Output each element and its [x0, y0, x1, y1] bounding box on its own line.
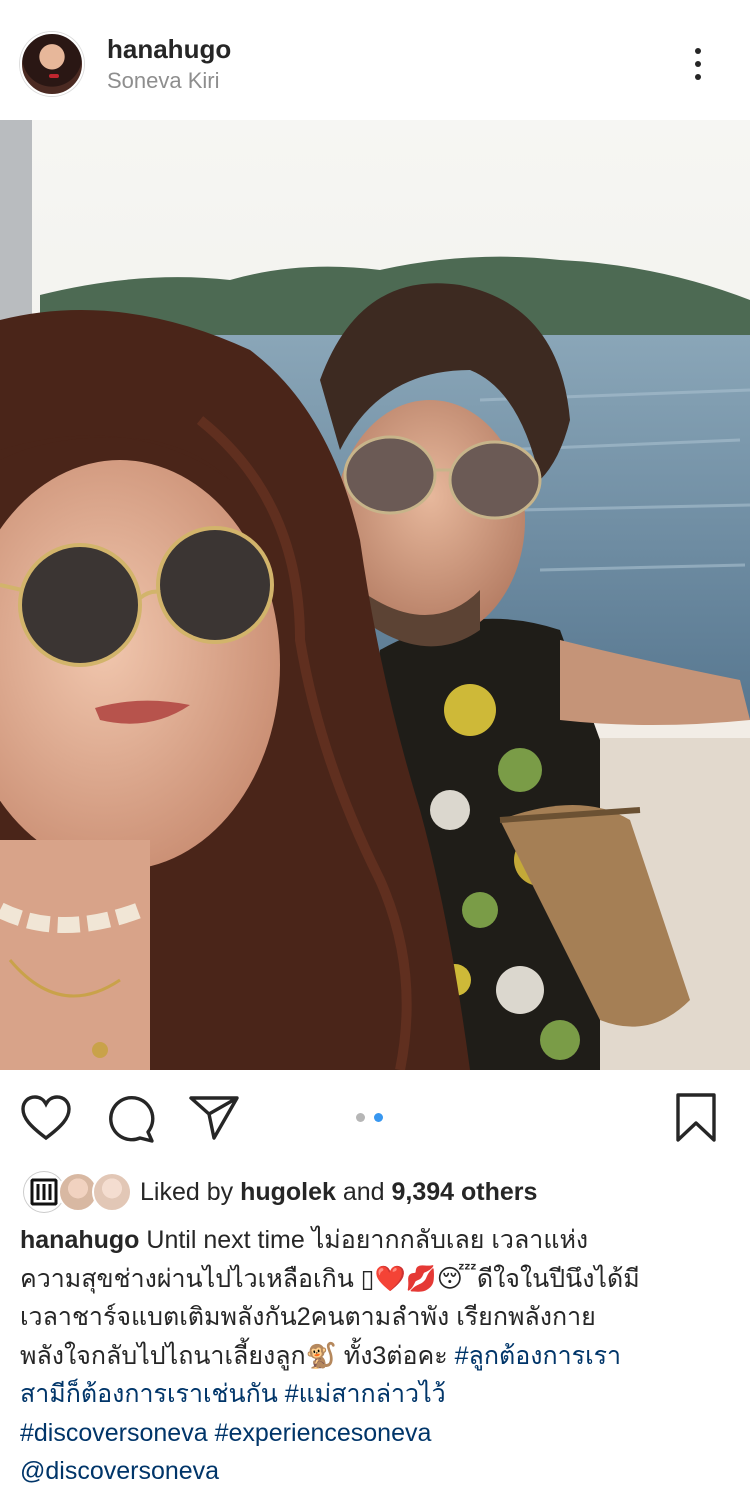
hashtag-link[interactable]: #ลูกต้องการเรา — [455, 1342, 621, 1370]
mention-link[interactable]: @discoversoneva — [20, 1457, 219, 1485]
photo-illustration — [0, 120, 750, 1070]
carousel-dot — [356, 1113, 365, 1122]
caption-text: Until next time ไม่อยากกลับเลย เวลาแห่ง — [139, 1226, 589, 1254]
post-location[interactable]: Soneva Kiri — [107, 68, 220, 94]
caption-text: พลังใจกลับไปไถนาเลี้ยงลูก🐒 ทั้ง3ต่อคะ — [20, 1341, 455, 1370]
likes-text[interactable]: Liked by hugolek and 9,394 others — [140, 1178, 537, 1207]
caption-text: เวลาชาร์จแบตเติมพลังกัน2คนตามลำพัง เรียก… — [20, 1303, 596, 1331]
hashtag-link[interactable]: #แม่สากล่าวไว้ — [278, 1380, 446, 1408]
post-username[interactable]: hanahugo — [107, 34, 231, 65]
avatar[interactable] — [20, 32, 84, 96]
hashtag-link[interactable]: #experiencesoneva — [208, 1419, 432, 1447]
carousel-indicator — [354, 1111, 388, 1123]
caption-text: ความสุขช่างผ่านไปไวเหลือเกิน ▯❤️💋😴ดีใจใน… — [20, 1264, 640, 1293]
hashtag-link[interactable]: #discoversoneva — [20, 1419, 208, 1447]
caption-username[interactable]: hanahugo — [20, 1226, 139, 1254]
likes-row[interactable]: Liked by hugolek and 9,394 others — [20, 1168, 740, 1214]
post-photo[interactable] — [0, 120, 750, 1070]
paper-plane-icon[interactable] — [188, 1094, 240, 1142]
liker-username[interactable]: hugolek — [240, 1178, 336, 1206]
more-vertical-icon[interactable] — [686, 44, 710, 84]
post-caption: hanahugo Until next time ไม่อยากกลับเลย … — [20, 1221, 735, 1491]
bookmark-icon[interactable] — [672, 1092, 720, 1144]
post-header: hanahugo Soneva Kiri — [0, 0, 750, 120]
heart-icon[interactable] — [20, 1094, 72, 1142]
liker-avatar — [92, 1172, 132, 1212]
likes-count[interactable]: 9,394 others — [392, 1178, 538, 1206]
hashtag-link[interactable]: สามีก็ต้องการเราเช่นกัน — [20, 1380, 278, 1408]
comment-bubble-icon[interactable] — [104, 1094, 156, 1144]
carousel-dot-active — [374, 1113, 383, 1122]
